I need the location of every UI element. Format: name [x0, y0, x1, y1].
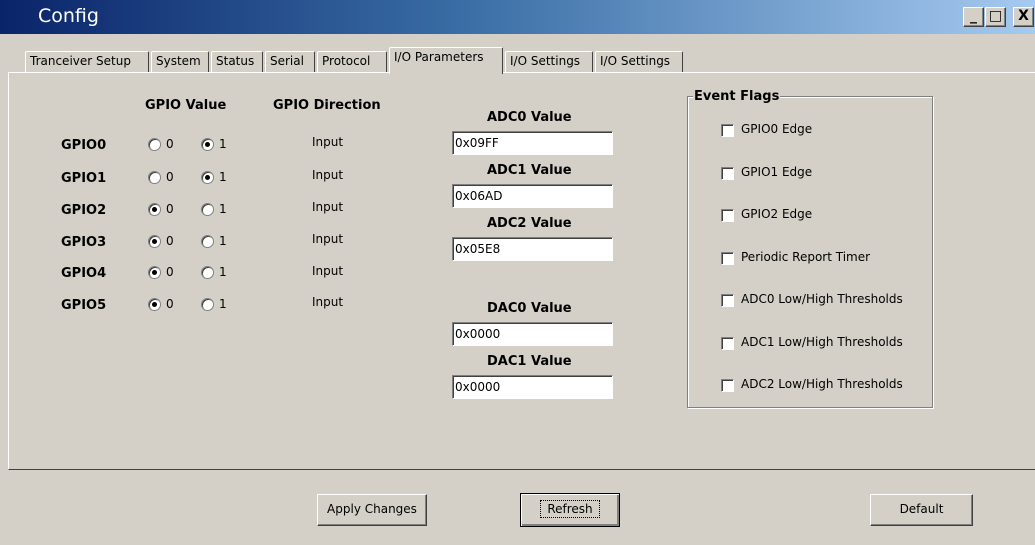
title-bar[interactable]: Config _ □ X [0, 0, 1035, 34]
gpio0-radio-1[interactable] [201, 138, 214, 151]
apply-changes-button[interactable]: Apply Changes [317, 494, 427, 526]
dac1-value-field[interactable]: 0x0000 [452, 375, 613, 399]
tab-protocol[interactable]: Protocol [317, 51, 387, 73]
radio-label: 0 [166, 202, 174, 216]
radio-label: 1 [219, 234, 227, 248]
checkbox-label: GPIO2 Edge [741, 207, 813, 221]
dac0-value-field[interactable]: 0x0000 [452, 322, 613, 346]
checkbox-label: ADC0 Low/High Thresholds [741, 292, 903, 306]
adc2-thresholds-checkbox[interactable] [721, 379, 734, 392]
tab-label: Tranceiver Setup [30, 54, 131, 68]
event-flags-title: Event Flags [693, 89, 781, 104]
gpio3-radio-1[interactable] [201, 235, 214, 248]
default-button[interactable]: Default [870, 494, 973, 526]
tab-label: Protocol [322, 54, 371, 68]
checkbox-label: GPIO0 Edge [741, 122, 813, 136]
adc2-value-field[interactable]: 0x05E8 [452, 237, 613, 261]
checkbox-label: ADC2 Low/High Thresholds [741, 377, 903, 391]
adc0-value-field[interactable]: 0x09FF [452, 131, 613, 155]
adc1-thresholds-checkbox[interactable] [721, 337, 734, 350]
gpio0-edge-checkbox[interactable] [721, 124, 734, 137]
tab-label: I/O Settings [510, 54, 581, 68]
radio-label: 0 [166, 137, 174, 151]
tab-io-settings-1[interactable]: I/O Settings [505, 51, 593, 73]
tab-label: System [156, 54, 201, 68]
tab-tranceiver-setup[interactable]: Tranceiver Setup [25, 51, 149, 73]
gpio-direction: Input [312, 232, 344, 246]
refresh-button[interactable]: Refresh [520, 493, 620, 527]
tab-system[interactable]: System [151, 51, 209, 73]
checkbox-label: GPIO1 Edge [741, 165, 813, 179]
checkbox-label: ADC1 Low/High Thresholds [741, 335, 903, 349]
gpio-name: GPIO5 [61, 298, 107, 313]
adc0-thresholds-checkbox[interactable] [721, 294, 734, 307]
gpio-name: GPIO0 [61, 138, 107, 153]
gpio-direction: Input [312, 200, 344, 214]
gpio-direction: Input [312, 264, 344, 278]
adc1-value-field[interactable]: 0x06AD [452, 184, 613, 208]
gpio1-edge-checkbox[interactable] [721, 167, 734, 180]
periodic-report-timer-checkbox[interactable] [721, 252, 734, 265]
tab-io-parameters[interactable]: I/O Parameters [389, 47, 503, 74]
tab-status[interactable]: Status [211, 51, 263, 73]
maximize-icon: □ [988, 8, 1003, 24]
tab-label: Serial [270, 54, 304, 68]
gpio2-radio-0[interactable] [148, 203, 161, 216]
gpio5-radio-1[interactable] [201, 298, 214, 311]
maximize-button[interactable]: □ [985, 7, 1006, 27]
dac1-label: DAC1 Value [487, 354, 572, 369]
gpio4-radio-1[interactable] [201, 266, 214, 279]
gpio-name: GPIO1 [61, 171, 107, 186]
radio-label: 1 [219, 297, 227, 311]
gpio-direction: Input [312, 168, 344, 182]
gpio-name: GPIO3 [61, 235, 107, 250]
adc1-label: ADC1 Value [487, 163, 572, 178]
refresh-label: Refresh [540, 500, 600, 518]
minimize-icon: _ [970, 8, 977, 24]
gpio-name: GPIO4 [61, 266, 107, 281]
gpio5-radio-0[interactable] [148, 298, 161, 311]
radio-label: 0 [166, 265, 174, 279]
checkbox-label: Periodic Report Timer [741, 250, 871, 264]
gpio0-radio-0[interactable] [148, 138, 161, 151]
window-title: Config [38, 5, 99, 27]
gpio4-radio-0[interactable] [148, 266, 161, 279]
adc2-label: ADC2 Value [487, 216, 572, 231]
radio-label: 1 [219, 137, 227, 151]
gpio2-radio-1[interactable] [201, 203, 214, 216]
gpio3-radio-0[interactable] [148, 235, 161, 248]
radio-label: 1 [219, 202, 227, 216]
gpio1-radio-0[interactable] [148, 171, 161, 184]
tab-label: I/O Settings [600, 54, 671, 68]
adc0-label: ADC0 Value [487, 110, 572, 125]
gpio1-radio-1[interactable] [201, 171, 214, 184]
gpio-direction: Input [312, 135, 344, 149]
dac0-label: DAC0 Value [487, 301, 572, 316]
gpio-value-header: GPIO Value [145, 98, 227, 113]
tab-label: Status [216, 54, 255, 68]
gpio-direction-header: GPIO Direction [273, 98, 381, 113]
tab-label: I/O Parameters [394, 50, 484, 64]
radio-label: 0 [166, 170, 174, 184]
radio-label: 1 [219, 265, 227, 279]
gpio-name: GPIO2 [61, 203, 107, 218]
tab-io-settings-2[interactable]: I/O Settings [595, 51, 683, 73]
gpio-direction: Input [312, 295, 344, 309]
radio-label: 0 [166, 297, 174, 311]
radio-label: 0 [166, 234, 174, 248]
close-button[interactable]: X [1013, 7, 1034, 27]
radio-label: 1 [219, 170, 227, 184]
minimize-button[interactable]: _ [963, 7, 984, 27]
close-icon: X [1018, 8, 1029, 24]
tab-serial[interactable]: Serial [265, 51, 315, 73]
gpio2-edge-checkbox[interactable] [721, 209, 734, 222]
